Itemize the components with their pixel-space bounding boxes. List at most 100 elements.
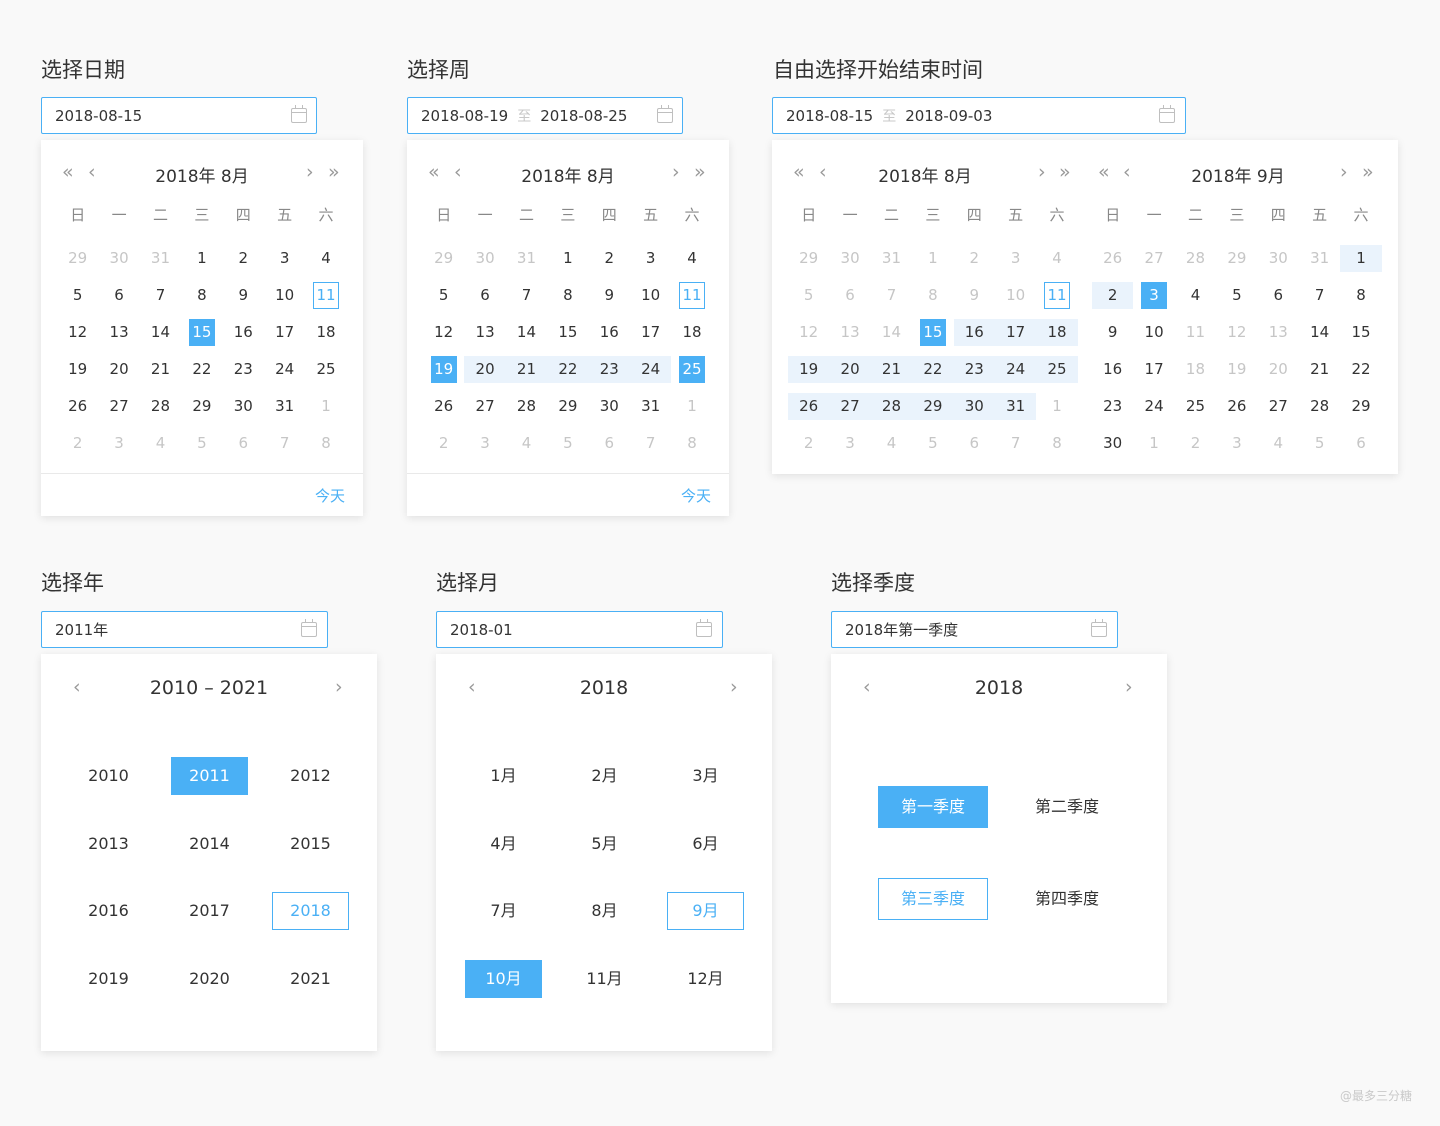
day-cell[interactable]: 14: [1299, 314, 1340, 351]
day-cell[interactable]: 5: [912, 425, 953, 462]
day-cell[interactable]: 7: [630, 425, 671, 462]
day-cell[interactable]: 29: [1216, 240, 1257, 277]
year-cell[interactable]: 2012: [272, 757, 349, 795]
day-cell[interactable]: 29: [181, 388, 222, 425]
day-cell[interactable]: 6: [464, 277, 505, 314]
day-cell[interactable]: 22: [181, 351, 222, 388]
day-cell[interactable]: 7: [140, 277, 181, 314]
day-cell[interactable]: 1: [1036, 388, 1077, 425]
day-cell[interactable]: 16: [953, 319, 995, 346]
day-cell[interactable]: 20: [1258, 351, 1299, 388]
day-cell[interactable]: 30: [953, 393, 995, 420]
day-cell[interactable]: 12: [423, 314, 464, 351]
day-cell[interactable]: 17: [1133, 351, 1174, 388]
day-cell[interactable]: 31: [871, 240, 912, 277]
day-cell[interactable]: 3: [829, 425, 870, 462]
day-cell[interactable]: 2: [57, 425, 98, 462]
day-cell[interactable]: 15: [1340, 314, 1381, 351]
day-cell[interactable]: 29: [547, 388, 588, 425]
day-cell[interactable]: 6: [589, 425, 630, 462]
day-cell[interactable]: 2: [954, 240, 995, 277]
day-cell[interactable]: 29: [788, 240, 829, 277]
day-cell[interactable]: 28: [870, 393, 913, 420]
day-cell[interactable]: 3: [98, 425, 139, 462]
day-cell[interactable]: 10: [1133, 314, 1174, 351]
month-cell[interactable]: 3月: [667, 757, 744, 795]
next-month-icon[interactable]: ›: [1038, 160, 1046, 184]
day-cell[interactable]: 29: [423, 240, 464, 277]
day-cell[interactable]: 24: [629, 356, 672, 383]
quarter-cell[interactable]: 第四季度: [1012, 878, 1122, 920]
day-cell[interactable]: 6: [98, 277, 139, 314]
day-cell[interactable]: 29: [1340, 388, 1381, 425]
day-cell[interactable]: 13: [829, 314, 870, 351]
next-year-icon[interactable]: »: [328, 160, 340, 184]
day-cell[interactable]: 9: [589, 277, 630, 314]
month-cell[interactable]: 11月: [566, 960, 643, 998]
day-cell[interactable]: 20: [98, 351, 139, 388]
next-month-icon[interactable]: ›: [672, 160, 680, 184]
day-cell[interactable]: 23: [1092, 388, 1133, 425]
day-cell[interactable]: 26: [57, 388, 98, 425]
day-cell[interactable]: 11: [1175, 314, 1216, 351]
day-cell[interactable]: 1: [912, 240, 953, 277]
day-cell[interactable]: 21: [140, 351, 181, 388]
month-cell[interactable]: 7月: [465, 892, 542, 930]
day-cell[interactable]: 22: [1340, 351, 1381, 388]
day-cell[interactable]: 5: [57, 277, 98, 314]
day-cell-selected[interactable]: 15: [181, 314, 222, 351]
day-cell[interactable]: 8: [671, 425, 712, 462]
date-input[interactable]: 2018-08-15: [41, 97, 317, 134]
quarter-input[interactable]: 2018年第一季度: [831, 611, 1118, 648]
day-cell[interactable]: 9: [223, 277, 264, 314]
day-cell[interactable]: 1: [1133, 425, 1174, 462]
year-cell[interactable]: 2019: [70, 960, 147, 998]
day-cell[interactable]: 30: [589, 388, 630, 425]
day-cell[interactable]: 18: [1175, 351, 1216, 388]
today-link[interactable]: 今天: [681, 485, 711, 506]
day-cell[interactable]: 22: [547, 356, 589, 383]
next-year-icon[interactable]: »: [1059, 160, 1071, 184]
day-cell[interactable]: 1: [181, 240, 222, 277]
day-cell[interactable]: 7: [506, 277, 547, 314]
day-cell[interactable]: 21: [505, 356, 548, 383]
day-cell[interactable]: 5: [547, 425, 588, 462]
day-cell-selected[interactable]: 19: [423, 351, 464, 388]
day-cell-today[interactable]: 11: [1036, 277, 1077, 314]
day-cell[interactable]: 25: [1175, 388, 1216, 425]
day-cell[interactable]: 6: [954, 425, 995, 462]
day-cell[interactable]: 7: [871, 277, 912, 314]
day-cell-today[interactable]: 11: [305, 277, 346, 314]
year-cell[interactable]: 2014: [171, 825, 248, 863]
day-cell[interactable]: 17: [994, 319, 1037, 346]
day-cell[interactable]: 27: [464, 388, 505, 425]
day-cell[interactable]: 7: [1299, 277, 1340, 314]
day-cell[interactable]: 4: [140, 425, 181, 462]
month-input[interactable]: 2018-01: [436, 611, 723, 648]
day-cell[interactable]: 18: [671, 314, 712, 351]
year-cell[interactable]: 2020: [171, 960, 248, 998]
day-cell[interactable]: 28: [506, 388, 547, 425]
day-cell[interactable]: 28: [1299, 388, 1340, 425]
year-cell[interactable]: 2015: [272, 825, 349, 863]
day-cell[interactable]: 12: [57, 314, 98, 351]
day-cell[interactable]: 5: [1299, 425, 1340, 462]
day-cell[interactable]: 31: [140, 240, 181, 277]
day-cell[interactable]: 24: [1133, 388, 1174, 425]
day-cell[interactable]: 9: [954, 277, 995, 314]
day-cell[interactable]: 10: [995, 277, 1036, 314]
day-cell[interactable]: 18: [305, 314, 346, 351]
day-cell[interactable]: 4: [1036, 240, 1077, 277]
month-cell[interactable]: 1月: [465, 757, 542, 795]
day-cell[interactable]: 19: [788, 356, 830, 383]
day-cell[interactable]: 30: [1092, 425, 1133, 462]
day-cell[interactable]: 22: [912, 356, 954, 383]
day-cell[interactable]: 26: [1092, 240, 1133, 277]
day-cell[interactable]: 7: [995, 425, 1036, 462]
year-cell[interactable]: 2013: [70, 825, 147, 863]
day-cell[interactable]: 12: [788, 314, 829, 351]
day-cell[interactable]: 20: [464, 356, 506, 383]
year-cell[interactable]: 2016: [70, 892, 147, 930]
day-cell[interactable]: 30: [464, 240, 505, 277]
day-cell[interactable]: 18: [1036, 319, 1078, 346]
